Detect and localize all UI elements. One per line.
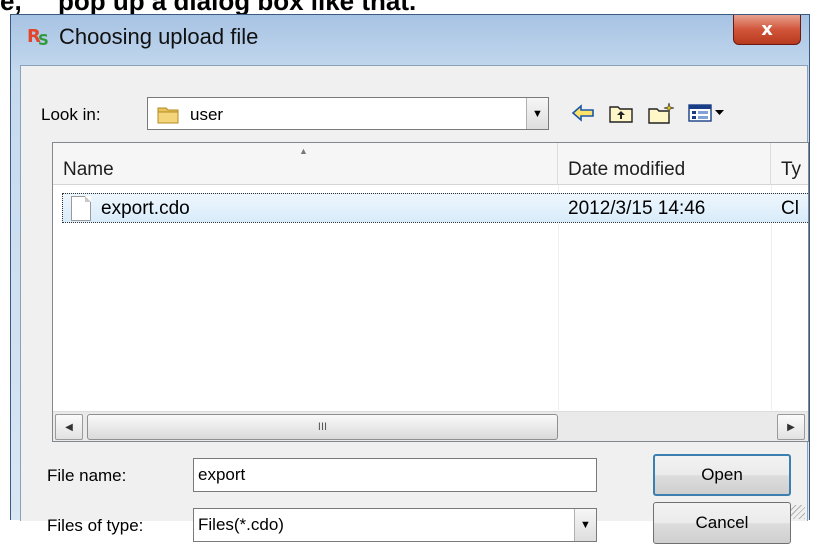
look-in-label: Look in: (41, 105, 101, 124)
file-type-dropdown[interactable]: Files(*.cdo) ▼ (193, 508, 597, 542)
new-folder-button[interactable] (644, 99, 678, 127)
file-name-cell: export.cdo (101, 198, 190, 219)
folder-icon (157, 107, 179, 124)
title-bar[interactable]: RS Choosing upload file x (11, 15, 809, 65)
chevron-right-icon: ▶ (787, 421, 795, 433)
column-header-date[interactable]: Date modified (558, 143, 771, 185)
back-arrow-icon (571, 104, 594, 122)
back-button[interactable] (568, 99, 598, 127)
look-in-dropdown[interactable]: user ▼ (147, 97, 549, 130)
file-icon (71, 196, 91, 221)
scroll-left-button[interactable]: ◀ (55, 414, 83, 440)
file-type-value: Files(*.cdo) (198, 515, 284, 534)
cancel-button[interactable]: Cancel (653, 502, 791, 544)
chevron-down-icon[interactable]: ▼ (526, 98, 548, 129)
column-type-label: Ty (781, 159, 802, 180)
up-folder-icon (609, 106, 633, 123)
column-date-label: Date modified (568, 159, 686, 180)
chevron-left-icon: ◀ (65, 421, 73, 433)
window-title: Choosing upload file (59, 24, 259, 49)
column-name-label: Name (63, 159, 114, 180)
up-folder-button[interactable] (605, 99, 637, 127)
new-folder-icon (648, 102, 675, 124)
close-button[interactable]: x (733, 15, 801, 45)
file-list-header: Name ▲ Date modified Ty (53, 143, 808, 185)
resize-grip-icon[interactable] (791, 505, 805, 519)
file-list[interactable]: Name ▲ Date modified Ty export.cdo 2012/… (52, 142, 809, 442)
file-name-label: File name: (47, 466, 127, 485)
file-date-cell: 2012/3/15 14:46 (568, 198, 706, 219)
close-icon: x (761, 19, 773, 40)
upload-file-dialog: RS Choosing upload file x Look in: user … (10, 14, 810, 544)
view-menu-icon (688, 104, 724, 122)
horizontal-scrollbar[interactable]: ◀ III ▶ (53, 411, 808, 441)
sort-ascending-icon: ▲ (299, 146, 308, 156)
view-menu-button[interactable] (685, 99, 729, 127)
dialog-client-area: Look in: user ▼ Name ▲ Date modified Ty … (20, 65, 809, 544)
column-header-type[interactable]: Ty (771, 143, 808, 185)
file-name-input[interactable]: export (193, 458, 597, 492)
look-in-value: user (190, 105, 224, 124)
file-type-label: Files of type: (47, 516, 144, 535)
file-type-cell: Cl (781, 198, 799, 219)
file-row[interactable]: export.cdo 2012/3/15 14:46 Cl (62, 193, 808, 223)
column-header-name[interactable]: Name ▲ (53, 143, 558, 185)
rs-app-icon: RS (27, 26, 49, 49)
chevron-down-icon[interactable]: ▼ (574, 509, 596, 541)
scroll-right-button[interactable]: ▶ (777, 414, 805, 440)
scrollbar-thumb[interactable]: III (87, 414, 558, 440)
open-button[interactable]: Open (653, 454, 791, 496)
grip-icon: III (317, 421, 328, 433)
